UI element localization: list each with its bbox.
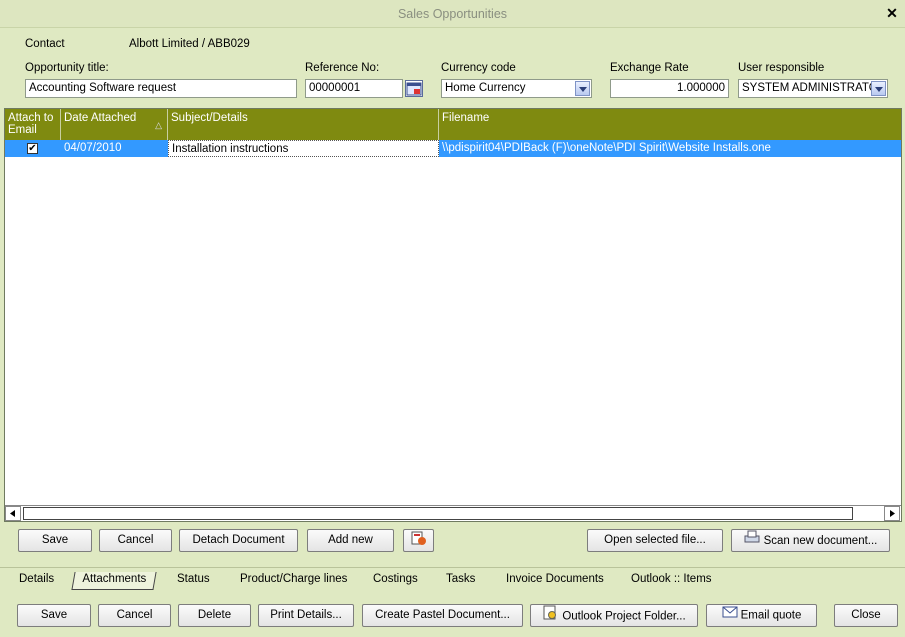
email-quote-label: Email quote: [740, 609, 802, 622]
attach-checkbox[interactable]: ✔: [27, 143, 38, 154]
reference-field[interactable]: 00000001: [305, 79, 403, 98]
exchange-rate-field[interactable]: 1.000000: [610, 79, 729, 98]
attachments-grid[interactable]: Attach to Email Date Attached △ Subject/…: [4, 108, 902, 522]
grid-cancel-button[interactable]: Cancel: [99, 529, 172, 552]
outlook-project-folder-label: Outlook Project Folder...: [562, 610, 686, 623]
open-selected-file-button[interactable]: Open selected file...: [587, 529, 723, 552]
date-cell[interactable]: 04/07/2010: [61, 140, 168, 157]
scan-new-document-label: Scan new document...: [763, 535, 878, 548]
close-button[interactable]: Close: [834, 604, 898, 627]
currency-select[interactable]: Home Currency: [441, 79, 592, 98]
tab-details[interactable]: Details: [19, 572, 54, 590]
attach-document-icon: [410, 530, 428, 554]
attach-tool-button[interactable]: [403, 529, 434, 552]
outlook-project-folder-button[interactable]: Outlook Project Folder...: [530, 604, 698, 627]
cancel-button[interactable]: Cancel: [98, 604, 171, 627]
column-header-subject[interactable]: Subject/Details: [168, 109, 439, 140]
user-responsible-label: User responsible: [738, 62, 825, 74]
chevron-down-icon[interactable]: [575, 81, 590, 96]
tab-outlook-items[interactable]: Outlook :: Items: [631, 572, 712, 590]
close-icon[interactable]: ✕: [884, 5, 900, 21]
column-header-date[interactable]: Date Attached △: [61, 109, 168, 140]
user-responsible-value: SYSTEM ADMINISTRATOR: [742, 82, 886, 94]
tab-costings[interactable]: Costings: [373, 572, 418, 590]
exchange-rate-label: Exchange Rate: [610, 62, 689, 74]
subject-cell[interactable]: Installation instructions: [168, 140, 439, 157]
print-details-button[interactable]: Print Details...: [258, 604, 354, 627]
scrollbar-thumb[interactable]: [23, 507, 853, 520]
filename-cell[interactable]: \\pdispirit04\PDIBack (F)\oneNote\PDI Sp…: [439, 140, 901, 157]
scroll-left-icon[interactable]: [5, 506, 21, 521]
envelope-icon: [722, 605, 738, 626]
scanner-icon: [744, 530, 760, 552]
chevron-down-icon[interactable]: [871, 81, 886, 96]
create-pastel-document-button[interactable]: Create Pastel Document...: [362, 604, 523, 627]
tab-separator: [0, 567, 905, 568]
detach-document-button[interactable]: Detach Document: [179, 529, 298, 552]
table-row[interactable]: ✔ 04/07/2010 Installation instructions \…: [5, 140, 901, 157]
folder-icon: [542, 605, 558, 628]
column-header-date-label: Date Attached: [64, 112, 137, 124]
opportunity-title-label: Opportunity title:: [25, 62, 109, 74]
save-button[interactable]: Save: [17, 604, 91, 627]
currency-value: Home Currency: [445, 82, 526, 94]
tab-product-charge-lines[interactable]: Product/Charge lines: [240, 572, 347, 590]
contact-label: Contact: [25, 38, 65, 50]
tab-status[interactable]: Status: [177, 572, 210, 590]
opportunity-title-field[interactable]: Accounting Software request: [25, 79, 297, 98]
scan-new-document-button[interactable]: Scan new document...: [731, 529, 890, 552]
column-header-attach[interactable]: Attach to Email: [5, 109, 61, 140]
reference-label: Reference No:: [305, 62, 380, 74]
tab-tasks[interactable]: Tasks: [446, 572, 475, 590]
attach-cell[interactable]: ✔: [5, 140, 61, 157]
tab-attachments[interactable]: Attachments: [71, 572, 157, 590]
email-quote-button[interactable]: Email quote: [706, 604, 817, 627]
column-header-filename[interactable]: Filename: [439, 109, 901, 140]
contact-value: Albott Limited / ABB029: [129, 38, 250, 50]
grid-save-button[interactable]: Save: [18, 529, 92, 552]
delete-button[interactable]: Delete: [178, 604, 251, 627]
add-new-button[interactable]: Add new: [307, 529, 394, 552]
horizontal-scrollbar[interactable]: [5, 505, 901, 521]
sort-ascending-icon: △: [155, 120, 162, 130]
tab-attachments-label: Attachments: [82, 573, 147, 585]
user-responsible-select[interactable]: SYSTEM ADMINISTRATOR: [738, 79, 888, 98]
currency-label: Currency code: [441, 62, 516, 74]
calendar-icon[interactable]: [405, 80, 423, 97]
scroll-right-icon[interactable]: [884, 506, 900, 521]
tab-invoice-documents[interactable]: Invoice Documents: [506, 572, 604, 590]
window-title: Sales Opportunities: [397, 7, 508, 21]
